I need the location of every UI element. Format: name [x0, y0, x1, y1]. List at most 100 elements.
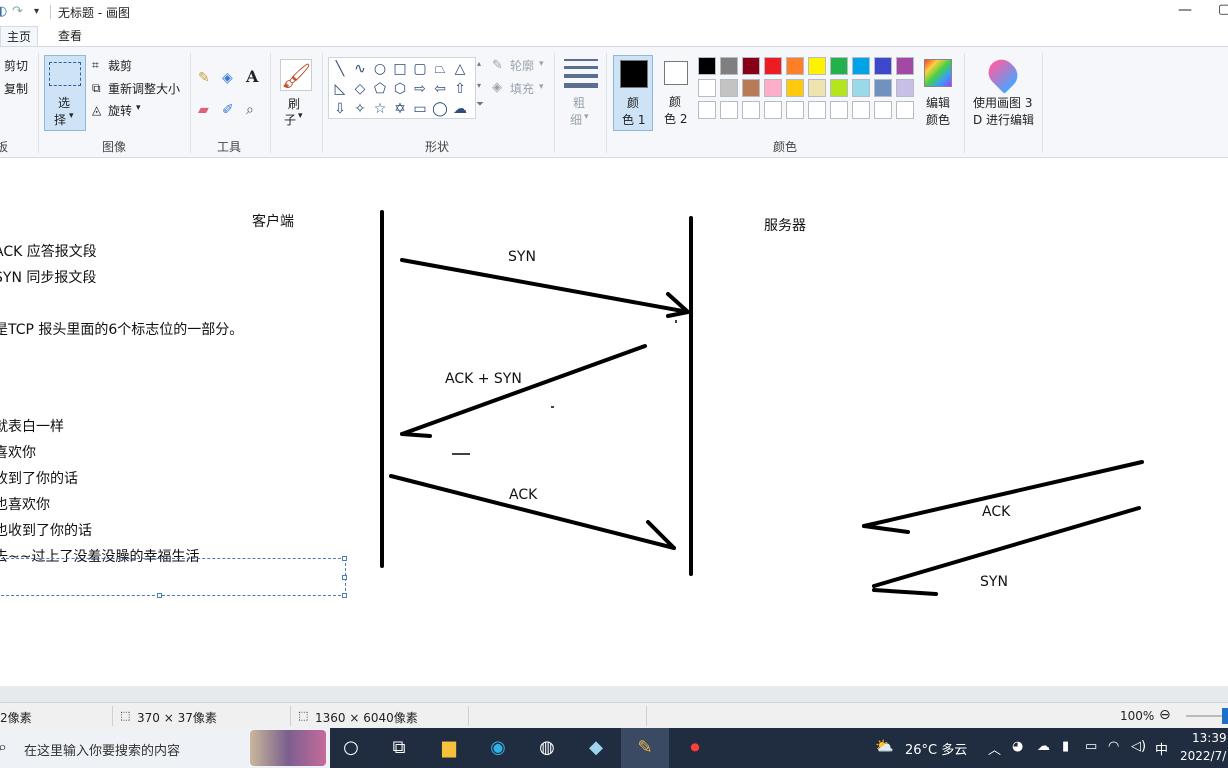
brush-label-1[interactable]: 刷 — [288, 95, 300, 112]
palette-color-swatch[interactable] — [786, 57, 804, 75]
hexagon-shape-icon[interactable]: ⬡ — [391, 80, 409, 98]
scroll-up-icon[interactable]: ▴ — [477, 59, 481, 68]
palette-empty-swatch[interactable] — [698, 101, 716, 119]
palette-color-swatch[interactable] — [852, 79, 870, 97]
color-2-button[interactable]: 颜 色 2 — [656, 55, 696, 131]
fill-icon[interactable]: ◈ — [222, 71, 233, 85]
taskbar-search[interactable]: ⌕ 在这里输入你要搜索的内容 — [0, 728, 330, 768]
battery-icon[interactable]: ▭ — [1085, 739, 1097, 754]
magnifier-icon[interactable]: ⌕ — [246, 103, 254, 117]
size-lines-icon[interactable] — [564, 59, 598, 88]
browser-icon[interactable]: ◍ — [535, 736, 559, 760]
callout-rect-shape-icon[interactable]: ▭ — [411, 100, 429, 118]
record-icon[interactable]: ⏺ — [683, 736, 707, 760]
save-icon[interactable]: ◐ — [0, 4, 7, 19]
palette-color-swatch[interactable] — [852, 57, 870, 75]
rounded-rect-shape-icon[interactable]: ▢ — [411, 60, 429, 78]
qq-icon[interactable]: ◕ — [1012, 739, 1023, 754]
wifi-icon[interactable]: ◠ — [1108, 739, 1119, 754]
palette-color-swatch[interactable] — [720, 57, 738, 75]
triangle-shape-icon[interactable]: △ — [451, 60, 469, 78]
color-picker-icon[interactable]: ✐ — [222, 103, 234, 117]
brush-label-2[interactable]: 子 — [284, 111, 296, 128]
search-input[interactable]: 在这里输入你要搜索的内容 — [24, 740, 180, 759]
palette-color-swatch[interactable] — [742, 79, 760, 97]
down-arrow-shape-icon[interactable]: ⇩ — [331, 100, 349, 118]
text-selection-box[interactable] — [0, 556, 347, 598]
clock-date[interactable]: 2022/7/ — [1180, 749, 1226, 763]
palette-empty-swatch[interactable] — [852, 101, 870, 119]
palette-empty-swatch[interactable] — [720, 101, 738, 119]
brush-icon[interactable]: 🖌 — [280, 59, 312, 91]
edge-icon[interactable]: ◉ — [486, 736, 510, 760]
palette-color-swatch[interactable] — [742, 57, 760, 75]
palette-color-swatch[interactable] — [896, 79, 914, 97]
palette-color-swatch[interactable] — [830, 79, 848, 97]
shapes-gallery[interactable]: ╲ ∿ ○ □ ▢ ⏢ △ ◺ ◇ ⬠ ⬡ ⇨ ⇦ ⇧ ⇩ ✧ ☆ ✡ ▭ ◯ … — [328, 57, 476, 119]
palette-empty-swatch[interactable] — [764, 101, 782, 119]
chevron-up-icon[interactable]: ︿ — [988, 739, 1001, 758]
horizontal-scrollbar[interactable] — [0, 686, 1228, 702]
palette-empty-swatch[interactable] — [874, 101, 892, 119]
tab-view[interactable]: 查看 — [52, 27, 88, 44]
clock-time[interactable]: 13:39 — [1192, 731, 1227, 745]
six-point-star-shape-icon[interactable]: ✡ — [391, 100, 409, 118]
color-1-button[interactable]: 颜 色 1 — [613, 55, 653, 131]
drawing-canvas[interactable]: 客户端 服务器 ACK 应答报文段 SYN 同步报文段 是TCP 报头里面的6个… — [0, 158, 1228, 686]
four-point-star-shape-icon[interactable]: ✧ — [351, 100, 369, 118]
redo-icon[interactable]: ↷ — [12, 4, 23, 19]
zoom-out-icon[interactable]: ⊖ — [1159, 707, 1171, 723]
pencil-icon[interactable]: ✎ — [198, 71, 210, 85]
palette-color-swatch[interactable] — [896, 57, 914, 75]
palette-color-swatch[interactable] — [874, 79, 892, 97]
volume-icon[interactable]: ◁) — [1131, 739, 1146, 754]
palette-color-swatch[interactable] — [830, 57, 848, 75]
edit-colors-label-2[interactable]: 颜色 — [926, 111, 950, 128]
up-arrow-shape-icon[interactable]: ⇧ — [451, 80, 469, 98]
zoom-slider-track[interactable] — [1186, 715, 1226, 717]
file-explorer-icon[interactable]: ▆ — [437, 736, 461, 760]
cortana-icon[interactable]: ○ — [339, 736, 363, 760]
palette-empty-swatch[interactable] — [896, 101, 914, 119]
select-button[interactable]: 选 择 ▾ — [44, 55, 86, 131]
app-icon[interactable]: ◆ — [584, 736, 608, 760]
weather-text[interactable]: 26°C 多云 — [905, 739, 967, 758]
task-view-icon[interactable]: ⧉ — [387, 736, 411, 760]
minimize-button[interactable]: — — [1178, 2, 1192, 18]
copy-button[interactable]: 复制 — [4, 80, 28, 97]
microphone-icon[interactable]: ▮ — [1062, 739, 1069, 754]
cut-button[interactable]: 剪切 — [4, 57, 28, 74]
ime-indicator[interactable]: 中 — [1155, 739, 1168, 758]
paint-3d-icon[interactable] — [983, 54, 1023, 94]
resize-handle[interactable] — [342, 593, 347, 598]
callout-cloud-shape-icon[interactable]: ☁ — [451, 100, 469, 118]
weather-icon[interactable]: ⛅ — [875, 737, 894, 755]
palette-empty-swatch[interactable] — [742, 101, 760, 119]
left-arrow-shape-icon[interactable]: ⇦ — [431, 80, 449, 98]
text-icon[interactable]: A — [246, 69, 258, 85]
palette-color-swatch[interactable] — [764, 79, 782, 97]
expand-gallery-icon[interactable]: ⏷ — [476, 99, 484, 110]
paint-3d-label-2[interactable]: D 进行编辑 — [973, 111, 1034, 128]
eraser-icon[interactable]: ▰ — [198, 103, 209, 117]
right-triangle-shape-icon[interactable]: ◺ — [331, 80, 349, 98]
scroll-down-icon[interactable]: ▾ — [477, 81, 481, 90]
palette-color-swatch[interactable] — [808, 79, 826, 97]
tab-home[interactable]: 主页 — [0, 26, 39, 46]
palette-color-swatch[interactable] — [764, 57, 782, 75]
size-label-2[interactable]: 细 — [570, 111, 582, 128]
curve-shape-icon[interactable]: ∿ — [351, 60, 369, 78]
palette-color-swatch[interactable] — [786, 79, 804, 97]
cloud-icon[interactable]: ☁ — [1037, 739, 1050, 754]
outline-button[interactable]: 轮廓 — [510, 57, 534, 74]
palette-color-swatch[interactable] — [720, 79, 738, 97]
zoom-slider-thumb[interactable] — [1222, 708, 1228, 724]
paint-3d-label-1[interactable]: 使用画图 3 — [973, 94, 1032, 111]
palette-color-swatch[interactable] — [808, 57, 826, 75]
line-shape-icon[interactable]: ╲ — [331, 60, 349, 78]
palette-empty-swatch[interactable] — [830, 101, 848, 119]
paint-taskbar-active[interactable]: ✎ — [621, 728, 669, 768]
palette-empty-swatch[interactable] — [786, 101, 804, 119]
right-arrow-shape-icon[interactable]: ⇨ — [411, 80, 429, 98]
diamond-shape-icon[interactable]: ◇ — [351, 80, 369, 98]
